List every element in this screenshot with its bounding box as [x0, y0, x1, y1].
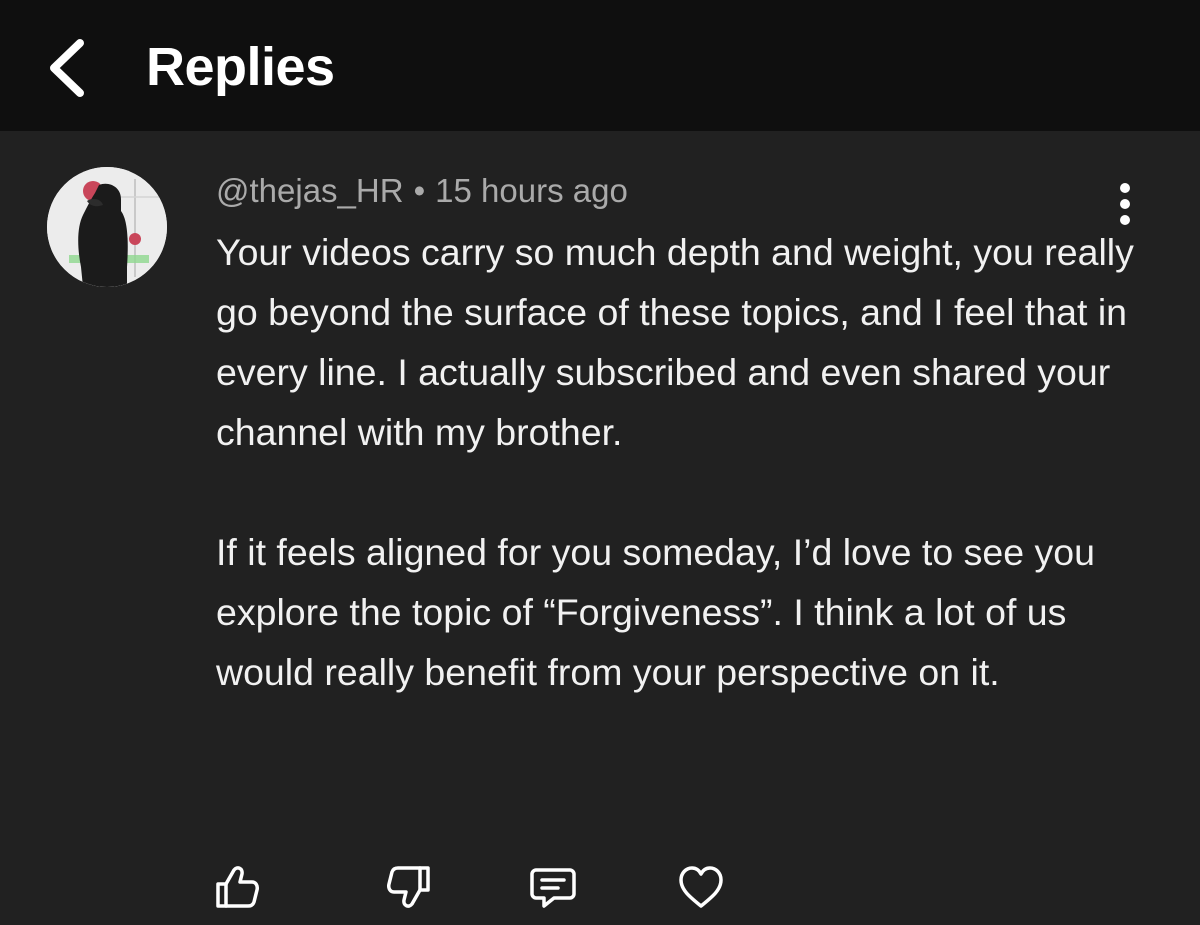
thumbs-down-icon [387, 866, 430, 908]
comment-paragraph: Your videos carry so much depth and weig… [216, 231, 1134, 453]
top-bar: Replies [0, 0, 1200, 131]
dislike-button[interactable] [384, 862, 434, 912]
back-button[interactable] [40, 33, 100, 103]
chevron-left-icon [50, 39, 84, 97]
page-title: Replies [146, 37, 335, 97]
avatar-image [47, 167, 167, 287]
comment-timestamp: 15 hours ago [435, 172, 628, 209]
more-options-button[interactable] [1105, 180, 1145, 228]
thumbs-up-icon [216, 866, 259, 908]
comment-author[interactable]: @thejas_HR [216, 172, 404, 209]
heart-button[interactable] [676, 862, 726, 912]
comment-meta: @thejas_HR • 15 hours ago [216, 170, 628, 212]
comment-paragraph: If it feels aligned for you someday, I’d… [216, 531, 1095, 693]
more-vertical-icon [1120, 183, 1130, 225]
meta-separator: • [413, 172, 426, 209]
avatar[interactable] [47, 167, 167, 287]
reply-icon [530, 868, 576, 908]
like-button[interactable] [212, 862, 262, 912]
comment-text: Your videos carry so much depth and weig… [216, 222, 1156, 702]
heart-icon [679, 866, 723, 908]
reply-button[interactable] [528, 862, 578, 912]
